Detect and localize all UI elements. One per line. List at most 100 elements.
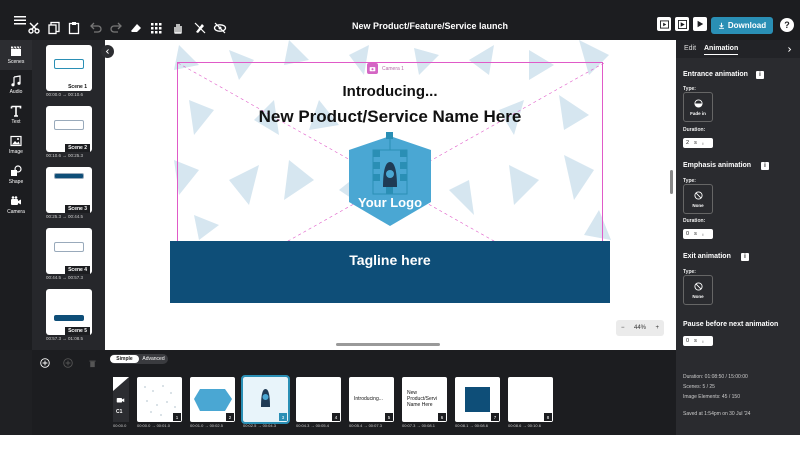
tab-edit[interactable]: Edit bbox=[684, 45, 696, 52]
delete-button[interactable] bbox=[87, 358, 97, 368]
scene-time: 00:00.0 → 00:10.6 bbox=[46, 92, 84, 97]
exit-heading: Exit animation bbox=[683, 253, 731, 260]
scene-thumbnail-2[interactable]: Scene 2 bbox=[46, 106, 92, 152]
tagline-text[interactable]: Tagline here bbox=[170, 252, 610, 268]
hand-icon[interactable] bbox=[170, 20, 186, 36]
zoom-out-button[interactable]: − bbox=[621, 325, 625, 331]
clip-time: 00:04.3 → 00:05.4 bbox=[296, 423, 329, 428]
pause-unit: s bbox=[694, 338, 697, 344]
camera-icon bbox=[11, 196, 21, 205]
scene-preview bbox=[54, 120, 84, 130]
rail-audio[interactable]: Audio bbox=[0, 70, 32, 100]
scene-label: Scene 3 bbox=[65, 205, 90, 213]
timeline-clip-7[interactable]: 7 bbox=[455, 377, 500, 422]
scene-thumbnail-4[interactable]: Scene 4 bbox=[46, 228, 92, 274]
scenes-panel: Scene 1 00:00.0 → 00:10.6 Scene 2 00:10.… bbox=[32, 40, 105, 350]
collapse-scenes-button[interactable] bbox=[101, 45, 114, 58]
pen-off-icon[interactable] bbox=[192, 20, 208, 36]
clapperboard-icon bbox=[11, 46, 21, 56]
eye-off-icon[interactable] bbox=[212, 20, 228, 36]
entrance-info-icon[interactable]: i bbox=[756, 71, 764, 79]
clip-time: 00:00.0 → 00:01.0 bbox=[137, 423, 170, 428]
timeline-clip-2[interactable]: 2 bbox=[190, 377, 235, 422]
redo-icon[interactable] bbox=[108, 20, 124, 36]
logo-text[interactable]: Your Logo bbox=[345, 195, 435, 210]
timeline-clip-6[interactable]: New Product/Servi Name Here 6 bbox=[402, 377, 447, 422]
preview-scene-button[interactable] bbox=[657, 17, 671, 31]
mode-advanced[interactable]: Advanced bbox=[139, 355, 168, 363]
stepper-arrows-icon[interactable]: ↕ bbox=[702, 232, 704, 237]
project-title[interactable]: New Product/Feature/Service launch bbox=[300, 21, 560, 31]
rail-text-label: Text bbox=[11, 119, 21, 125]
emphasis-type-selector[interactable]: None bbox=[683, 184, 713, 214]
add-group-icon bbox=[63, 358, 73, 368]
paste-icon[interactable] bbox=[66, 20, 82, 36]
rail-camera[interactable]: Camera bbox=[0, 190, 32, 220]
scene-preview bbox=[54, 315, 84, 321]
timeline-clip-8[interactable]: 8 bbox=[508, 377, 553, 422]
scene-thumbnail-3[interactable]: Scene 3 bbox=[46, 167, 92, 213]
exit-type-selector[interactable]: None bbox=[683, 275, 713, 305]
timeline-clip-4[interactable]: 4 bbox=[296, 377, 341, 422]
tagline-bar[interactable] bbox=[170, 241, 610, 303]
horizontal-scrollbar[interactable] bbox=[336, 343, 440, 346]
logo-placeholder[interactable] bbox=[345, 132, 435, 230]
stepper-arrows-icon[interactable]: ↕ bbox=[702, 141, 704, 146]
rail-image[interactable]: Image bbox=[0, 130, 32, 160]
tab-animation[interactable]: Animation bbox=[704, 45, 739, 55]
undo-icon[interactable] bbox=[88, 20, 104, 36]
duration-stat: Duration: 01:08:50 / 15:00:00 bbox=[683, 374, 748, 380]
scene-thumbnail-1[interactable]: Scene 1 bbox=[46, 45, 92, 91]
help-button[interactable]: ? bbox=[780, 18, 794, 32]
vertical-scrollbar[interactable] bbox=[670, 170, 673, 194]
rail-image-label: Image bbox=[9, 149, 23, 155]
add-group-button[interactable] bbox=[63, 358, 73, 368]
eraser-icon[interactable] bbox=[128, 20, 144, 36]
timeline-clip-5[interactable]: Introducing... 5 bbox=[349, 377, 394, 422]
clip-number: 6 bbox=[438, 413, 446, 421]
clip-number: 5 bbox=[385, 413, 393, 421]
add-button[interactable] bbox=[40, 358, 50, 368]
camera-label: Camera 1 bbox=[382, 65, 404, 72]
music-note-icon bbox=[11, 75, 21, 87]
saved-status: Saved at 1:54pm on 30 Jul '24 bbox=[683, 411, 751, 417]
stepper-arrows-icon[interactable]: ↕ bbox=[702, 339, 704, 344]
emphasis-info-icon[interactable]: i bbox=[761, 162, 769, 170]
play-from-scene-button[interactable] bbox=[675, 17, 689, 31]
timeline-clip-1[interactable]: 1 bbox=[137, 377, 182, 422]
play-button[interactable] bbox=[693, 17, 707, 31]
exit-info-icon[interactable]: i bbox=[741, 253, 749, 261]
product-name-heading[interactable]: New Product/Service Name Here bbox=[169, 107, 611, 127]
rail-text[interactable]: Text bbox=[0, 100, 32, 130]
grid-icon[interactable] bbox=[148, 20, 164, 36]
window-bottom-edge bbox=[0, 435, 800, 450]
camera-icon bbox=[367, 63, 378, 74]
clip-time: 00:07.3 → 00:08.1 bbox=[402, 423, 435, 428]
image-elements-stat: Image Elements: 45 / 150 bbox=[683, 394, 740, 400]
intro-heading[interactable]: Introducing... bbox=[169, 83, 611, 100]
camera-tag[interactable]: Camera 1 bbox=[367, 63, 404, 74]
chevron-right-icon[interactable] bbox=[786, 46, 793, 53]
zoom-in-button[interactable]: + bbox=[655, 325, 659, 331]
cut-icon[interactable] bbox=[26, 20, 42, 36]
scene-thumbnail-5[interactable]: Scene 5 bbox=[46, 289, 92, 335]
rail-scenes[interactable]: Scenes bbox=[0, 40, 32, 70]
emphasis-duration-stepper[interactable]: 0 s ↕ bbox=[683, 229, 713, 239]
entrance-type-selector[interactable]: Fade in bbox=[683, 92, 713, 122]
pause-stepper[interactable]: 0 s ↕ bbox=[683, 336, 713, 346]
download-button[interactable]: Download bbox=[711, 17, 773, 34]
copy-icon[interactable] bbox=[46, 20, 62, 36]
timeline-mode-toggle[interactable]: Simple Advanced bbox=[110, 354, 168, 364]
camera-clip-time: 00:00.0 bbox=[113, 423, 127, 428]
camera-clip[interactable]: C1 bbox=[113, 377, 129, 422]
scene-time: 00:57.3 → 01:08.5 bbox=[46, 336, 84, 341]
mode-simple[interactable]: Simple bbox=[110, 355, 139, 363]
canvas-area[interactable]: Camera 1 Introducing... New Product/Serv… bbox=[105, 40, 676, 350]
entrance-duration-stepper[interactable]: 2 s ↕ bbox=[683, 138, 713, 148]
scene-label: Scene 2 bbox=[65, 144, 90, 152]
scene-time: 00:10.6 → 00:25.3 bbox=[46, 153, 84, 158]
timeline-clip-3[interactable]: 3 bbox=[241, 375, 290, 424]
none-icon bbox=[693, 190, 703, 200]
scenes-stat: Scenes: 5 / 25 bbox=[683, 384, 715, 390]
rail-shape[interactable]: Shape bbox=[0, 160, 32, 190]
